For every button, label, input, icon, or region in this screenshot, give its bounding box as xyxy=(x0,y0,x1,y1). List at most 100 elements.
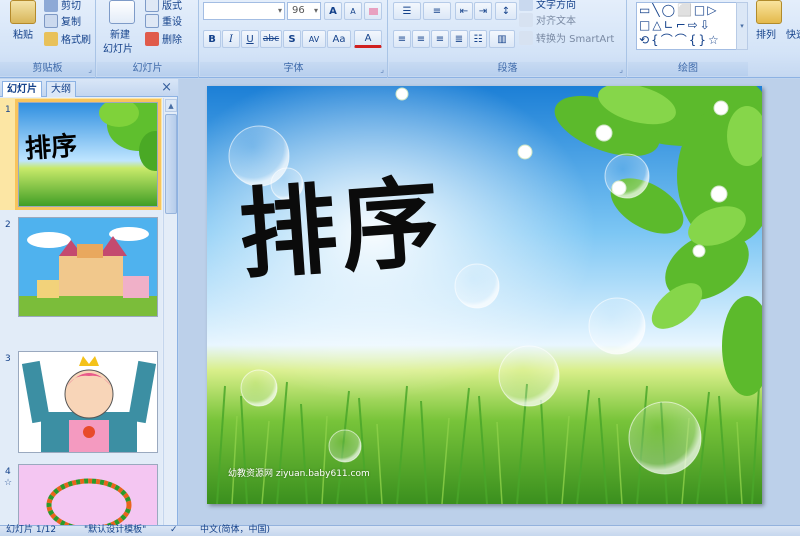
increase-indent-button[interactable]: ⇥ xyxy=(474,2,492,20)
bullets-button[interactable]: ☰ xyxy=(393,2,421,20)
strikethrough-button[interactable]: abc xyxy=(260,30,282,48)
slides-pane: 幻灯片 大纲 × 1 排序 2 3 4 ☆ ▲ xyxy=(0,79,178,525)
shadow-button[interactable]: S xyxy=(283,30,301,48)
clipboard-group: 粘贴 剪切 复制 格式刷 剪贴板 ⌟ xyxy=(0,0,96,78)
status-bar: 幻灯片 1/12 "默认设计模板" ✓ 中文(简体，中国) xyxy=(0,525,800,536)
arrange-icon xyxy=(756,0,782,24)
columns-button[interactable]: ▥ xyxy=(489,30,515,48)
paragraph-group-label: 段落 xyxy=(389,62,626,76)
format-painter-button[interactable]: 格式刷 xyxy=(44,31,91,46)
distribute-button[interactable]: ☷ xyxy=(469,30,487,48)
font-color-button[interactable]: A xyxy=(354,30,382,48)
thumbnail-list: 1 排序 2 3 4 ☆ xyxy=(0,98,162,525)
scroll-up-icon[interactable]: ▲ xyxy=(165,99,177,112)
grow-font-button[interactable]: A xyxy=(324,2,342,20)
align-left-button[interactable]: ≡ xyxy=(393,30,411,48)
shapes-row: □△∟⌐⇨⇩ xyxy=(639,18,712,32)
delete-icon xyxy=(145,31,159,46)
font-size-combo[interactable]: 96 ▾ xyxy=(287,2,321,20)
clipboard-launcher-icon[interactable]: ⌟ xyxy=(88,65,92,74)
align-text-button[interactable]: 对齐文本 xyxy=(519,12,576,27)
new-slide-icon xyxy=(109,0,135,24)
slide-number: 2 xyxy=(5,220,11,230)
bold-button[interactable]: B xyxy=(203,30,221,48)
thumbnail-slide-1[interactable]: 排序 xyxy=(15,99,161,210)
slides-group: 新建 幻灯片 版式 重设 删除 幻灯片 xyxy=(97,0,199,78)
justify-button[interactable]: ≣ xyxy=(450,30,468,48)
copy-icon xyxy=(44,13,58,28)
text-direction-button[interactable]: 文字方向 xyxy=(519,0,576,11)
new-slide-button[interactable]: 新建 xyxy=(110,26,130,41)
theme-name[interactable]: "默认设计模板" xyxy=(84,525,146,536)
close-icon[interactable]: × xyxy=(161,80,172,95)
slide-background xyxy=(207,86,762,504)
thumbnail-slide-3[interactable] xyxy=(18,351,158,453)
thumbnail-scrollbar[interactable]: ▲ xyxy=(163,98,177,525)
align-center-button[interactable]: ≡ xyxy=(412,30,430,48)
slide-number: 3 xyxy=(5,354,11,364)
thumbnail-2-art xyxy=(19,218,157,316)
thumbnail-4-art xyxy=(19,465,157,525)
shapes-row: ▭╲◯⬜□▷ xyxy=(639,3,719,17)
decrease-indent-button[interactable]: ⇤ xyxy=(455,2,473,20)
copy-button[interactable]: 复制 xyxy=(44,13,81,28)
font-name-combo[interactable]: ▾ xyxy=(203,2,285,20)
shapes-row: ⟲{⌒⌒{}☆ xyxy=(639,33,721,47)
chevron-down-icon: ▾ xyxy=(313,6,318,15)
paste-button[interactable]: 粘贴 xyxy=(13,26,33,41)
shapes-more-icon[interactable]: ▾ xyxy=(736,2,748,50)
change-case-button[interactable]: Aa xyxy=(327,30,351,48)
slide-number: 1 xyxy=(5,105,11,115)
eraser-icon xyxy=(368,7,378,15)
slide-number: 4 xyxy=(5,467,11,477)
thumbnail-slide-4[interactable] xyxy=(18,464,158,525)
paragraph-launcher-icon[interactable]: ⌟ xyxy=(619,65,623,74)
slide-counter: 幻灯片 1/12 xyxy=(6,525,57,535)
spellcheck-icon[interactable]: ✓ xyxy=(170,525,178,536)
scrollbar-thumb[interactable] xyxy=(165,114,177,214)
reset-button[interactable]: 重设 xyxy=(145,13,182,28)
drawing-group-label: 绘图 xyxy=(628,62,748,76)
pane-tabs: 幻灯片 大纲 × xyxy=(0,79,178,97)
delete-button[interactable]: 删除 xyxy=(145,31,182,46)
paragraph-group: ☰ ≡ ⇤ ⇥ ↕ 文字方向 对齐文本 ≡ ≡ ≡ ≣ ☷ ▥ 转换为 Smar… xyxy=(389,0,627,78)
chevron-down-icon: ▾ xyxy=(277,6,282,15)
thumbnail-slide-2[interactable] xyxy=(18,217,158,317)
align-right-button[interactable]: ≡ xyxy=(431,30,449,48)
scissors-icon xyxy=(44,0,58,12)
slides-group-label: 幻灯片 xyxy=(97,62,198,76)
align-text-icon xyxy=(519,12,533,27)
italic-button[interactable]: I xyxy=(222,30,240,48)
char-spacing-button[interactable]: AV xyxy=(302,30,326,48)
numbering-button[interactable]: ≡ xyxy=(423,2,451,20)
underline-button[interactable]: U xyxy=(241,30,259,48)
shapes-gallery[interactable]: ▭╲◯⬜□▷ □△∟⌐⇨⇩ ⟲{⌒⌒{}☆ xyxy=(636,2,748,50)
text-direction-icon xyxy=(519,0,533,11)
new-slide-dropdown[interactable]: 幻灯片 xyxy=(103,40,133,55)
layout-icon xyxy=(145,0,159,12)
paste-icon xyxy=(10,0,36,24)
animation-star-icon: ☆ xyxy=(4,478,13,488)
arrange-button[interactable]: 排列 xyxy=(756,26,776,41)
clear-format-button[interactable] xyxy=(364,2,382,20)
slide-title[interactable]: 排序 xyxy=(235,165,447,294)
font-group-label: 字体 xyxy=(200,62,387,76)
slide-watermark: 幼教资源网 ziyuan.baby611.com xyxy=(228,469,370,479)
font-launcher-icon[interactable]: ⌟ xyxy=(380,65,384,74)
ribbon: 粘贴 剪切 复制 格式刷 剪贴板 ⌟ 新建 幻灯片 版式 重设 删除 幻灯片 ▾… xyxy=(0,0,800,78)
thumbnail-3-art xyxy=(19,352,157,452)
convert-smartart-button[interactable]: 转换为 SmartArt xyxy=(519,30,614,45)
tab-slides[interactable]: 幻灯片 xyxy=(2,81,42,97)
tab-outline[interactable]: 大纲 xyxy=(46,81,76,97)
language-indicator[interactable]: 中文(简体，中国) xyxy=(200,525,270,536)
font-group: ▾ 96 ▾ A A B I U abc S AV Aa A 字体 ⌟ xyxy=(200,0,388,78)
line-spacing-button[interactable]: ↕ xyxy=(495,2,517,20)
shrink-font-button[interactable]: A xyxy=(344,2,362,20)
quick-styles-button[interactable]: 快速 xyxy=(786,26,800,41)
reset-icon xyxy=(145,13,159,28)
main-slide[interactable] xyxy=(207,86,762,504)
smartart-icon xyxy=(519,30,533,45)
cut-button[interactable]: 剪切 xyxy=(44,0,81,12)
clipboard-group-label: 剪贴板 xyxy=(0,62,95,76)
layout-button[interactable]: 版式 xyxy=(145,0,182,12)
